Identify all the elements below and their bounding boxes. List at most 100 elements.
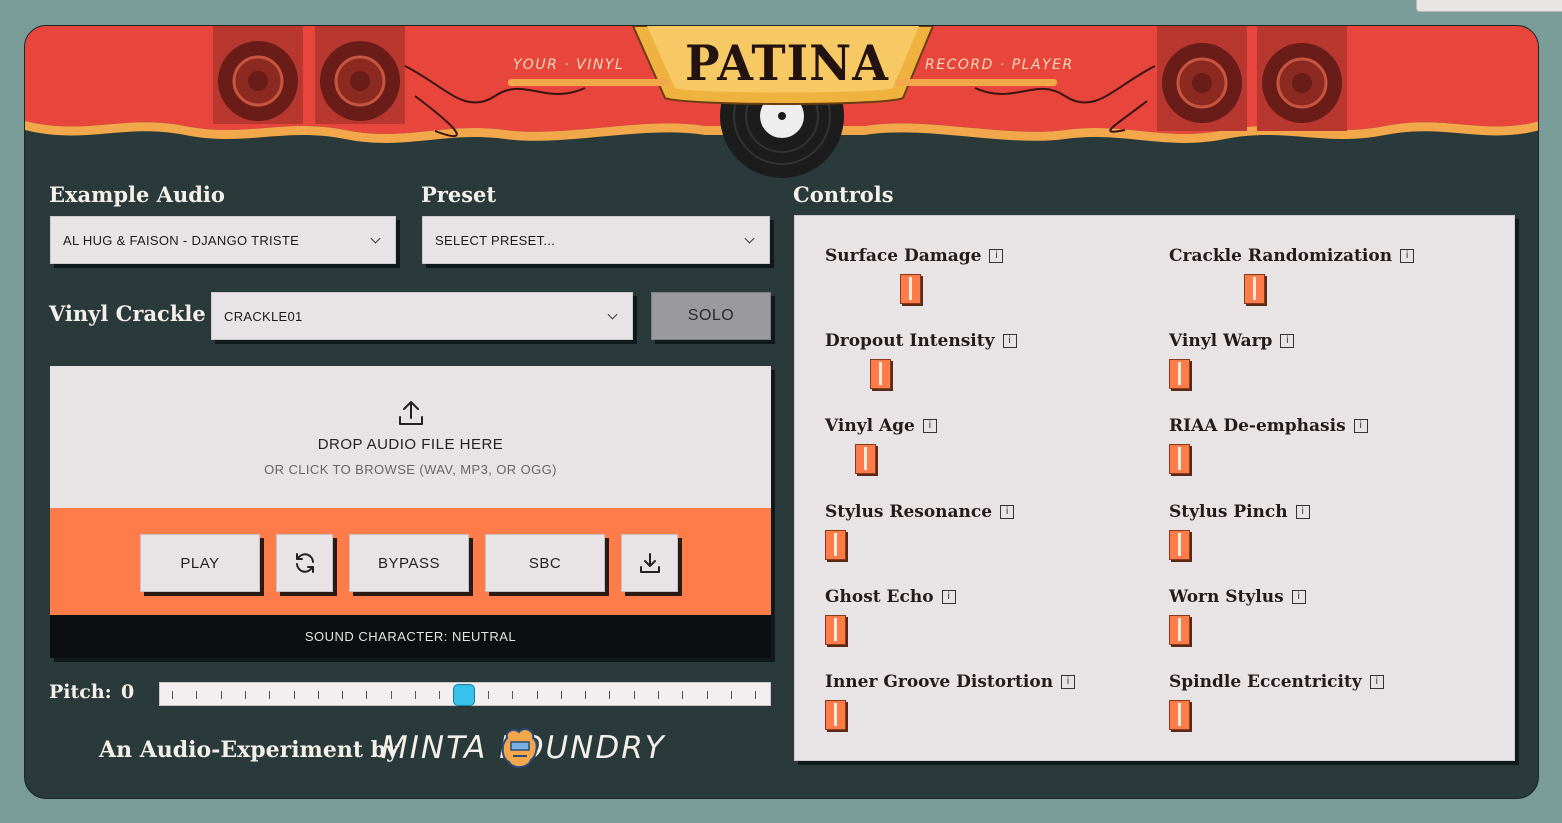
info-icon[interactable]: i (1353, 419, 1368, 433)
sound-character-status: SOUND CHARACTER: NEUTRAL (50, 615, 771, 658)
footer-credit: An Audio-Experiment by (99, 737, 399, 763)
download-button[interactable] (621, 534, 678, 592)
slider-tick (366, 691, 368, 699)
control-label: Dropout Intensity i (825, 331, 1017, 351)
control-label-text: Inner Groove Distortion (825, 672, 1054, 692)
control-label: Worn Stylus i (1169, 587, 1306, 607)
preset-label: Preset (421, 182, 497, 207)
control-label: Ghost Echo i (825, 587, 956, 607)
chevron-down-icon (744, 233, 755, 244)
play-button[interactable]: PLAY (140, 534, 260, 592)
app-window: YOUR · VINYL PATINA RECORD · PLAYER Exam… (24, 25, 1539, 799)
info-icon[interactable]: i (1002, 334, 1017, 348)
slider-handle[interactable] (825, 700, 846, 730)
slider-handle[interactable] (870, 359, 891, 389)
browser-corner-strip (1416, 0, 1562, 12)
slider-tick (755, 691, 757, 699)
slider-tick (609, 691, 611, 699)
control-label-text: Worn Stylus (1169, 587, 1284, 607)
chevron-down-icon (370, 233, 381, 244)
slider-tick (269, 691, 271, 699)
slider-tick (487, 691, 489, 699)
info-icon[interactable]: i (989, 249, 1004, 263)
slider-handle[interactable] (1244, 274, 1265, 304)
control-label-text: Vinyl Age (825, 416, 915, 436)
control-label-text: Crackle Randomization (1169, 246, 1393, 266)
info-icon[interactable]: i (1000, 505, 1015, 519)
bypass-button[interactable]: BYPASS (349, 534, 469, 592)
info-icon[interactable]: i (941, 590, 956, 604)
download-icon (639, 553, 660, 573)
slider-tick (196, 691, 198, 699)
control-label: Spindle Eccentricity i (1169, 672, 1384, 692)
info-icon[interactable]: i (1061, 675, 1076, 689)
pitch-slider-thumb[interactable] (453, 684, 475, 706)
slider-tick (293, 691, 295, 699)
control-label-text: Surface Damage (825, 246, 982, 266)
info-icon[interactable]: i (1400, 249, 1415, 263)
upload-icon (398, 400, 423, 425)
slider-handle[interactable] (825, 615, 846, 645)
preset-value: SELECT PRESET... (435, 232, 556, 248)
pitch-slider[interactable] (159, 682, 771, 706)
solo-button[interactable]: SOLO (651, 292, 771, 340)
info-icon[interactable]: i (1291, 590, 1306, 604)
slider-tick (730, 691, 732, 699)
control-label-text: Dropout Intensity (825, 331, 995, 351)
slider-tick (633, 691, 635, 699)
slider-tick (536, 691, 538, 699)
slider-tick (512, 691, 514, 699)
info-icon[interactable]: i (1369, 675, 1384, 689)
control-label-text: Vinyl Warp (1169, 331, 1273, 351)
slider-handle[interactable] (1169, 359, 1190, 389)
pitch-value: 0 (121, 681, 135, 703)
slider-handle[interactable] (900, 274, 921, 304)
example-audio-select[interactable]: AL HUG & FAISON - DJANGO TRISTE (50, 216, 396, 264)
slider-handle[interactable] (1169, 615, 1190, 645)
controls-panel: Surface Damage i Crackle Randomization i Dro… (794, 215, 1515, 761)
refresh-icon (295, 553, 314, 573)
example-audio-value: AL HUG & FAISON - DJANGO TRISTE (63, 232, 300, 248)
slider-tick (415, 691, 416, 699)
drop-zone[interactable]: DROP AUDIO FILE HERE OR CLICK TO BROWSE … (50, 366, 771, 508)
slider-handle[interactable] (1169, 444, 1190, 474)
app-logo: PATINA (685, 34, 889, 92)
loop-button[interactable] (276, 534, 333, 592)
slider-tick (317, 691, 319, 699)
sbc-button[interactable]: SBC (485, 534, 605, 592)
header-banner: YOUR · VINYL PATINA RECORD · PLAYER (25, 26, 1538, 196)
tagline-left: YOUR · VINYL (513, 57, 625, 73)
control-label: Vinyl Warp i (1169, 331, 1295, 351)
slider-handle[interactable] (1169, 530, 1190, 560)
slider-tick (244, 691, 246, 699)
control-label-text: Spindle Eccentricity (1169, 672, 1362, 692)
slider-tick (172, 691, 173, 699)
slider-handle[interactable] (825, 530, 846, 560)
pitch-label: Pitch: (49, 681, 112, 703)
control-label: Crackle Randomization i (1169, 246, 1415, 266)
control-label: Surface Damage i (825, 246, 1004, 266)
control-label: RIAA De-emphasis i (1169, 416, 1368, 436)
transport-bar: PLAY BYPASS SBC (50, 508, 771, 615)
control-label-text: Stylus Resonance (825, 502, 993, 522)
control-label-text: Stylus Pinch (1169, 502, 1288, 522)
control-label: Stylus Pinch i (1169, 502, 1310, 522)
slider-tick (585, 691, 587, 699)
vinyl-crackle-value: CRACKLE01 (224, 308, 303, 324)
tagline-right: RECORD · PLAYER (925, 57, 1074, 73)
control-label: Vinyl Age i (825, 416, 937, 436)
slider-tick (439, 691, 441, 699)
controls-title: Controls (793, 182, 894, 207)
slider-tick (390, 691, 392, 699)
preset-select[interactable]: SELECT PRESET... (422, 216, 770, 264)
info-icon[interactable]: i (1280, 334, 1295, 348)
slider-handle[interactable] (1169, 700, 1190, 730)
vinyl-crackle-label: Vinyl Crackle (49, 301, 206, 326)
info-icon[interactable]: i (1295, 505, 1310, 519)
drop-zone-subtitle: OR CLICK TO BROWSE (WAV, MP3, OR OGG) (264, 461, 557, 477)
control-label: Stylus Resonance i (825, 502, 1015, 522)
vinyl-crackle-select[interactable]: CRACKLE01 (211, 292, 633, 340)
slider-handle[interactable] (855, 444, 876, 474)
mascot-icon (501, 728, 538, 768)
info-icon[interactable]: i (922, 419, 937, 433)
